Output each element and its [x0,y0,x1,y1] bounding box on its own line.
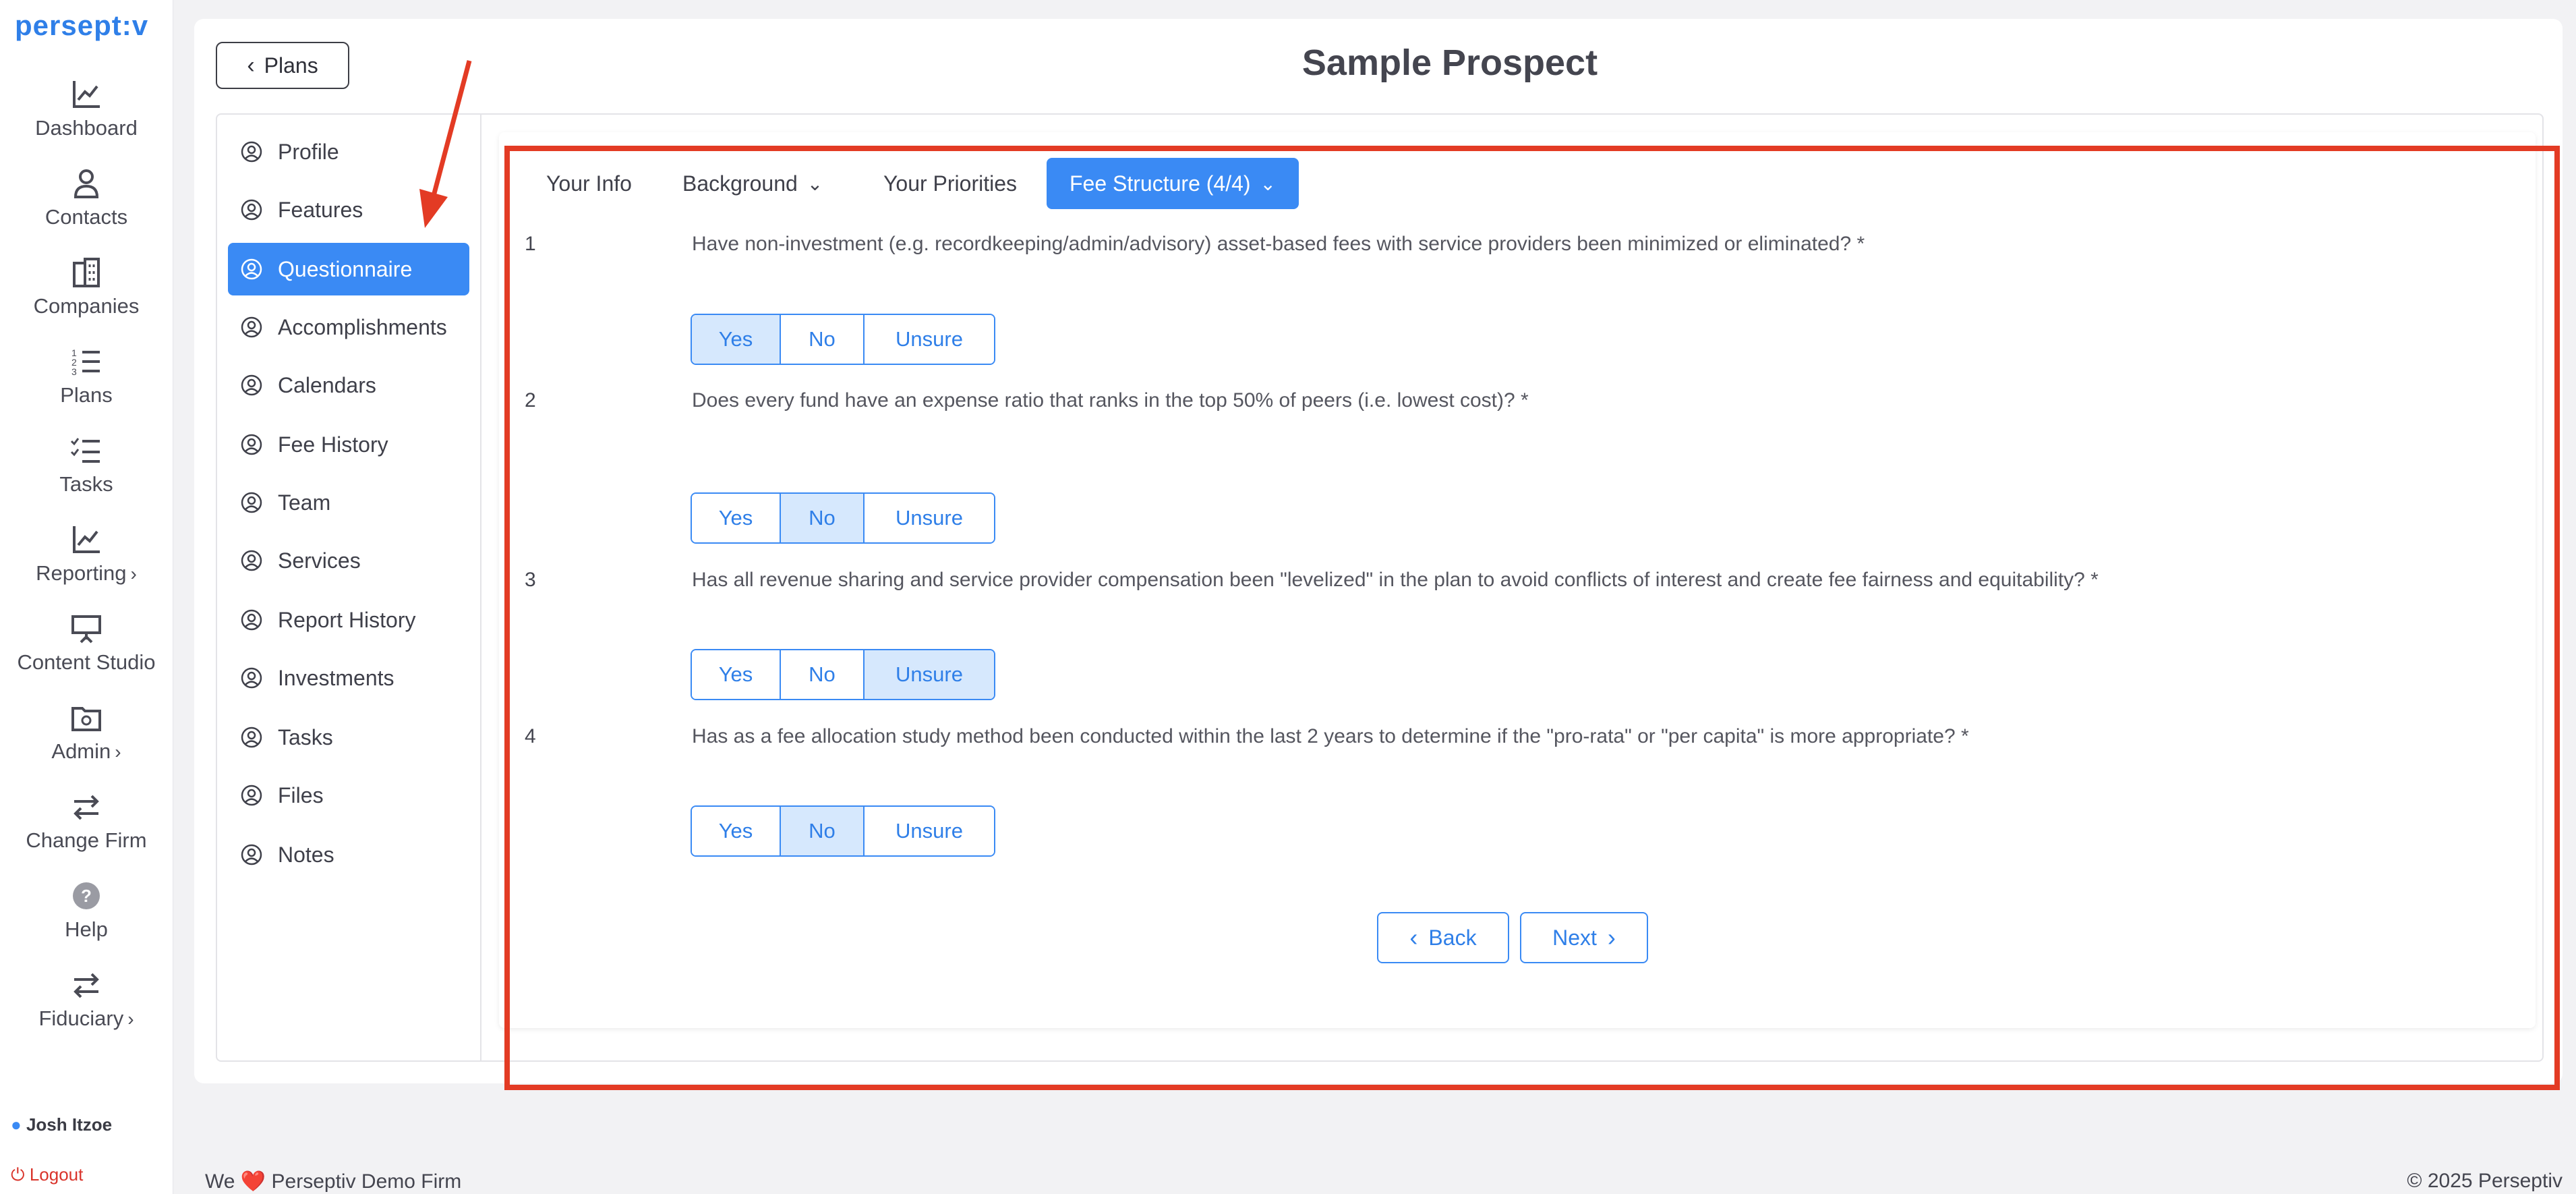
building-icon [67,254,105,291]
user-circle-icon [241,141,262,163]
side-item-files[interactable]: Files [228,769,469,822]
chevron-right-icon: › [130,563,137,584]
side-item-services[interactable]: Services [228,534,469,587]
user-circle-icon [241,374,262,396]
app-logo[interactable]: persept:v [15,9,148,42]
side-item-notes[interactable]: Notes [228,828,469,881]
swap-arrows-icon [67,966,105,1004]
nav-help[interactable]: ? Help [0,877,173,942]
svg-text:?: ? [81,886,92,906]
side-item-fee-history[interactable]: Fee History [228,418,469,471]
nav-change-firm[interactable]: Change Firm [0,788,173,853]
user-circle-icon [241,258,262,280]
nav-fiduciary[interactable]: Fiduciary › [0,966,173,1031]
user-circle-icon [241,434,262,455]
nav-companies[interactable]: Companies [0,254,173,318]
user-name[interactable]: ● Josh Itzoe [11,1114,112,1135]
presentation-icon [67,610,105,648]
question-circle-icon: ? [67,877,105,915]
back-to-plans-button[interactable]: ‹ Plans [216,42,349,89]
side-menu-divider [480,115,481,1060]
person-icon [67,165,105,202]
nav-dashboard[interactable]: Dashboard [0,76,173,140]
user-circle-icon [241,844,262,865]
folder-gear-icon [67,699,105,737]
side-item-investments[interactable]: Investments [228,652,469,704]
nav-admin[interactable]: Admin › [0,699,173,764]
nav-contacts[interactable]: Contacts [0,165,173,229]
annotation-arrow-icon [419,60,472,228]
chevron-right-icon: › [115,741,121,762]
left-nav: persept:v Dashboard Contacts Companies 1… [0,0,173,1194]
svg-text:3: 3 [71,366,77,377]
user-circle-icon [241,550,262,571]
nav-content-studio[interactable]: Content Studio [0,610,173,675]
nav-tasks[interactable]: Tasks [0,432,173,496]
user-circle-icon [241,785,262,806]
side-item-tasks[interactable]: Tasks [228,711,469,764]
user-circle-icon [241,667,262,689]
user-circle-icon [241,199,262,221]
annotation-highlight-box [504,146,2560,1090]
user-circle-icon [241,609,262,631]
user-icon: ● [11,1114,22,1135]
side-item-questionnaire[interactable]: Questionnaire [228,243,469,295]
chart-line-icon [67,76,105,113]
heart-icon: ❤️ [240,1170,266,1193]
page-title: Sample Prospect [1301,42,1598,83]
footer-firm: We ❤️ Perseptiv Demo Firm [205,1170,462,1193]
nav-reporting[interactable]: Reporting › [0,521,173,586]
side-item-team[interactable]: Team [228,476,469,529]
chevron-right-icon: › [127,1008,134,1029]
nav-plans[interactable]: 123 Plans [0,343,173,407]
logout-link[interactable]: ⏻ Logout [11,1164,83,1186]
side-item-report-history[interactable]: Report History [228,594,469,646]
swap-arrows-icon [67,788,105,826]
user-circle-icon [241,316,262,338]
user-circle-icon [241,727,262,748]
side-item-accomplishments[interactable]: Accomplishments [228,301,469,353]
user-circle-icon [241,492,262,513]
power-icon: ⏻ [11,1164,25,1185]
footer-copyright: © 2025 Perseptiv [2407,1170,2563,1192]
chevron-left-icon: ‹ [247,52,255,78]
checklist-icon [67,432,105,470]
side-item-calendars[interactable]: Calendars [228,359,469,411]
numbered-list-icon: 123 [67,343,105,380]
chart-line-icon [67,521,105,559]
